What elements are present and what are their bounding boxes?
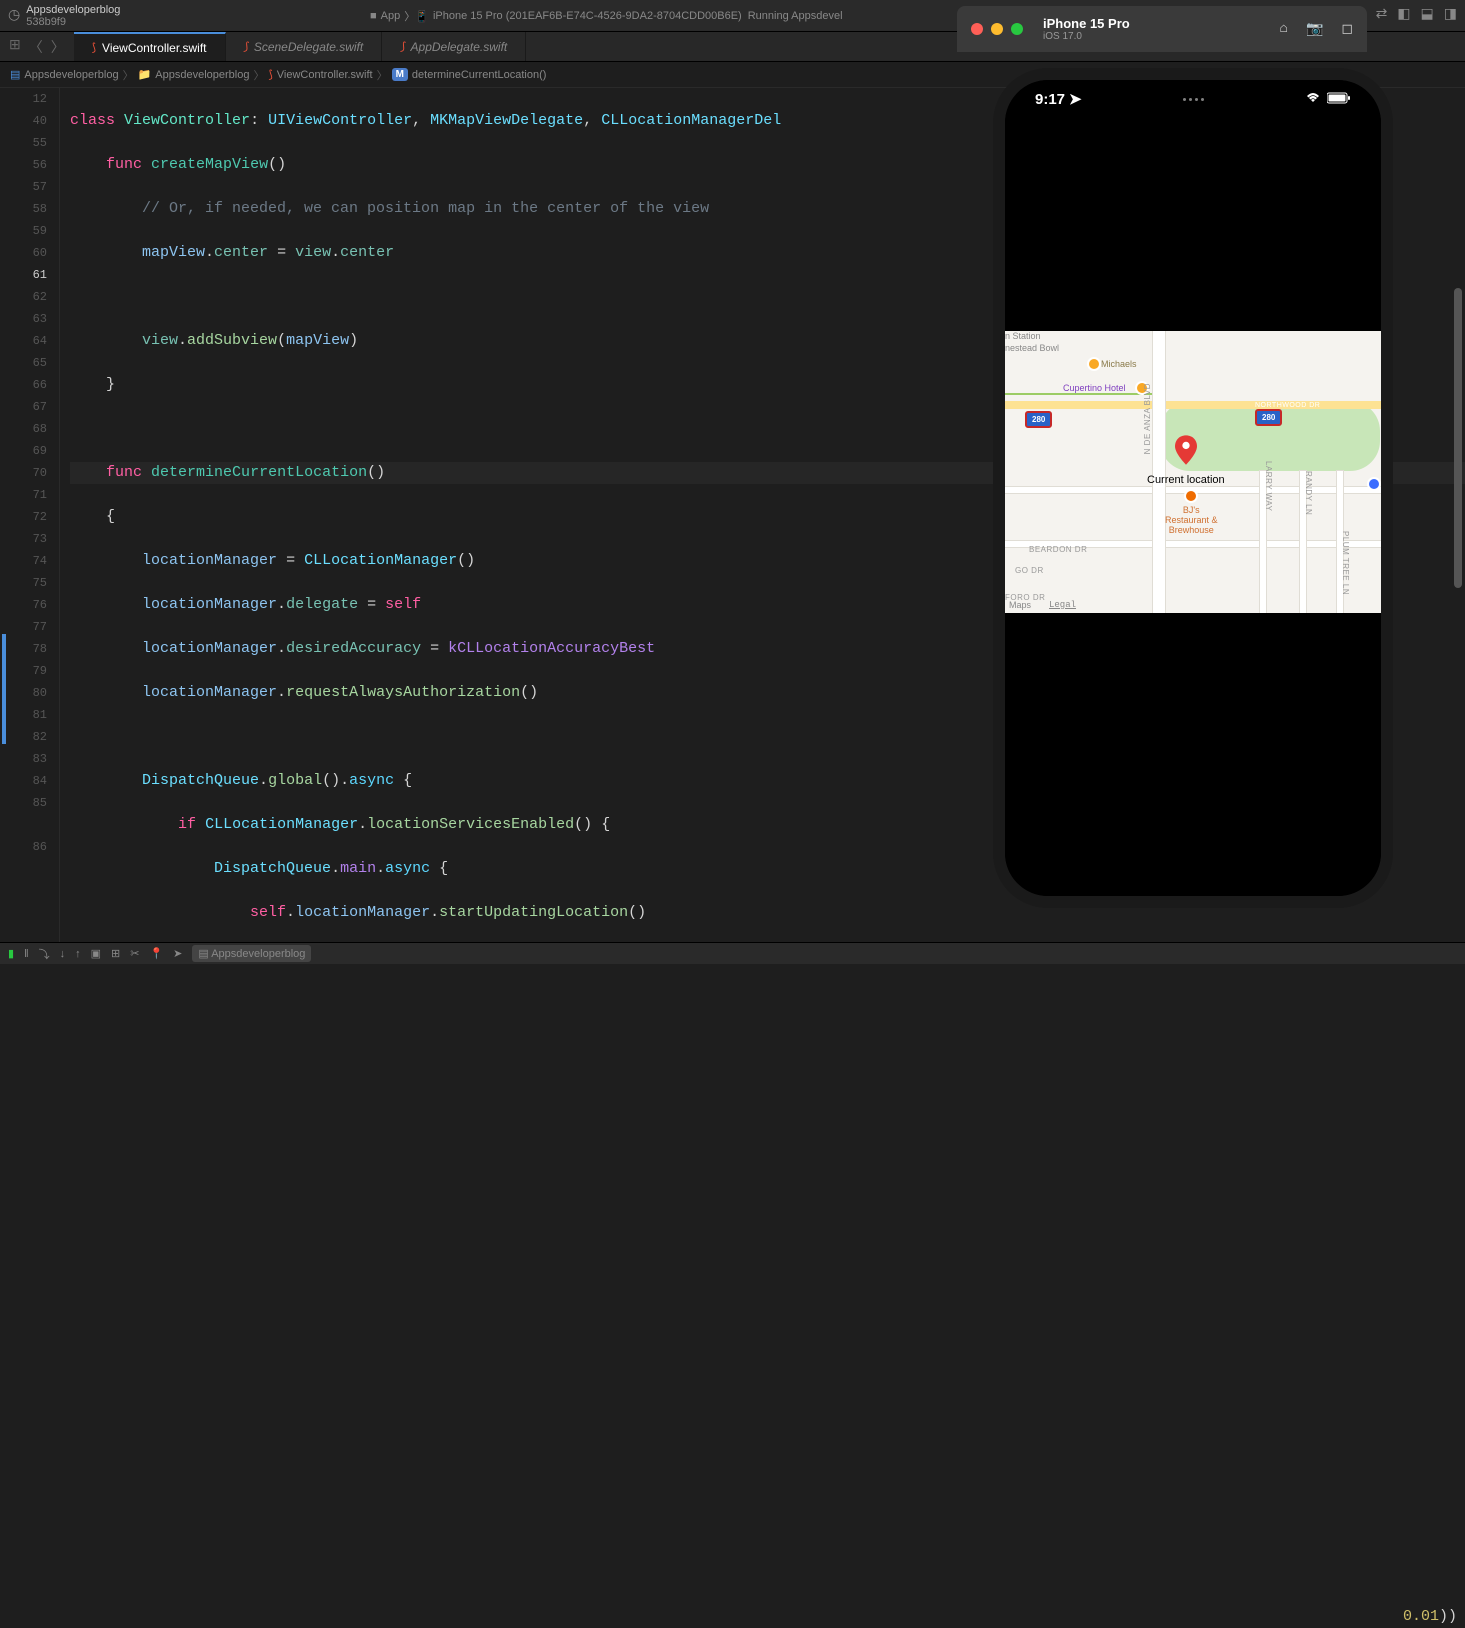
panel-bottom-icon[interactable]: ⬓ (1421, 6, 1434, 26)
step-over-icon[interactable]: ⤵ (39, 946, 50, 962)
debug-bar: ▮ ‖ ⤵ ↓ ↑ ▣ ⊞ ✂ 📍 ➤ ▤ Appsdeveloperblog (0, 942, 1465, 964)
poi-restaurant: BJ's Restaurant & Brewhouse (1165, 489, 1218, 535)
git-info: Appsdeveloperblog 538b9f9 (26, 4, 120, 28)
history-icon: ◷ (8, 7, 20, 24)
line-gutter: 1240555657585960616263646566676869707172… (0, 88, 60, 942)
home-icon[interactable]: ⌂ (1280, 21, 1288, 38)
maps-attribution: Maps (1009, 600, 1031, 610)
street-go: GO DR (1015, 566, 1044, 575)
poi-michaels: Michaels (1101, 359, 1137, 369)
pause-icon[interactable]: ‖ (24, 948, 29, 960)
wifi-icon (1305, 91, 1321, 108)
iphone-simulator[interactable]: 9:17 ➤ 280 280 (993, 68, 1393, 908)
library-icon[interactable]: ⇄ (1376, 6, 1388, 26)
street-beardon: BEARDON DR (1029, 545, 1087, 554)
street-plum: PLUM TREE LN (1341, 531, 1350, 595)
step-out-icon[interactable]: ↑ (75, 948, 81, 960)
tab-viewcontroller[interactable]: ⟆ ViewController.swift (74, 32, 226, 61)
simulator-titlebar: iPhone 15 Pro iOS 17.0 ⌂ 📷 ◻ (957, 6, 1367, 52)
location-arrow-icon: ➤ (1069, 90, 1082, 108)
poi-station: n Station (1005, 331, 1041, 341)
related-items-icon[interactable]: ⊞ (6, 34, 24, 60)
scheme-badge[interactable]: ▤ Appsdeveloperblog (192, 945, 311, 962)
street-randy: RANDY LN (1304, 471, 1313, 515)
screenshot-icon[interactable]: 📷 (1306, 21, 1323, 38)
traffic-zoom[interactable] (1011, 23, 1023, 35)
window-icon[interactable]: ◻ (1341, 21, 1353, 38)
loc-sim-icon[interactable]: 📍 (149, 947, 163, 960)
highway-shield: 280 (1255, 409, 1282, 426)
step-into-icon[interactable]: ↓ (60, 948, 66, 960)
swift-icon: ⟆ (400, 40, 404, 53)
street-northwood: NORTHWOOD DR (1255, 402, 1320, 409)
nav-back-icon[interactable]: 〈 (26, 34, 46, 60)
nav-forward-icon[interactable]: 〉 (48, 34, 68, 60)
tab-appdelegate[interactable]: ⟆ AppDelegate.swift (382, 32, 526, 61)
traffic-close[interactable] (971, 23, 983, 35)
change-ribbon (0, 88, 4, 942)
breadcrumb-group: 📁 Appsdeveloperblog (138, 68, 250, 81)
swift-icon: ⟆ (244, 40, 248, 53)
breadcrumb-file: ⟆ ViewController.swift (268, 68, 372, 81)
memory-icon[interactable]: ⊞ (111, 947, 120, 960)
swift-icon: ⟆ (92, 41, 96, 54)
street-nanza: N DE ANZA BLVD (1143, 383, 1152, 454)
pin-label: Current location (1147, 474, 1225, 486)
env-icon[interactable]: ✂ (130, 947, 139, 960)
send-icon[interactable]: ➤ (173, 947, 182, 960)
user-location-dot (1367, 477, 1381, 491)
simulator-title: iPhone 15 Pro iOS 17.0 (1043, 16, 1130, 42)
breadcrumb-project: ▤ Appsdeveloperblog (10, 68, 119, 81)
legal-link[interactable]: Legal (1049, 600, 1076, 610)
poi-bowl: nestead Bowl (1005, 343, 1059, 353)
breadcrumb-method: M determineCurrentLocation() (392, 68, 547, 81)
tab-scenedelegate[interactable]: ⟆ SceneDelegate.swift (226, 32, 383, 61)
poi-hotel: Cupertino Hotel (1063, 383, 1126, 393)
run-status: ■ App 〉📱 iPhone 15 Pro (201EAF6B-E74C-45… (370, 8, 843, 24)
debug-view-icon[interactable]: ▣ (91, 947, 101, 960)
map-pin[interactable] (1175, 435, 1197, 465)
street-larry: LARRY WAY (1264, 461, 1273, 511)
panel-right-icon[interactable]: ◨ (1444, 6, 1457, 26)
toggle-console-icon[interactable]: ▮ (8, 947, 14, 960)
traffic-minimize[interactable] (991, 23, 1003, 35)
battery-icon (1327, 91, 1351, 108)
iphone-status-bar: 9:17 ➤ (1005, 90, 1381, 108)
highway-shield: 280 (1025, 411, 1052, 428)
map-view[interactable]: 280 280 Cupertino Hotel Michaels n Stati… (1005, 331, 1381, 613)
panel-left-icon[interactable]: ◧ (1397, 6, 1410, 26)
editor-scrollbar[interactable] (1451, 88, 1465, 942)
